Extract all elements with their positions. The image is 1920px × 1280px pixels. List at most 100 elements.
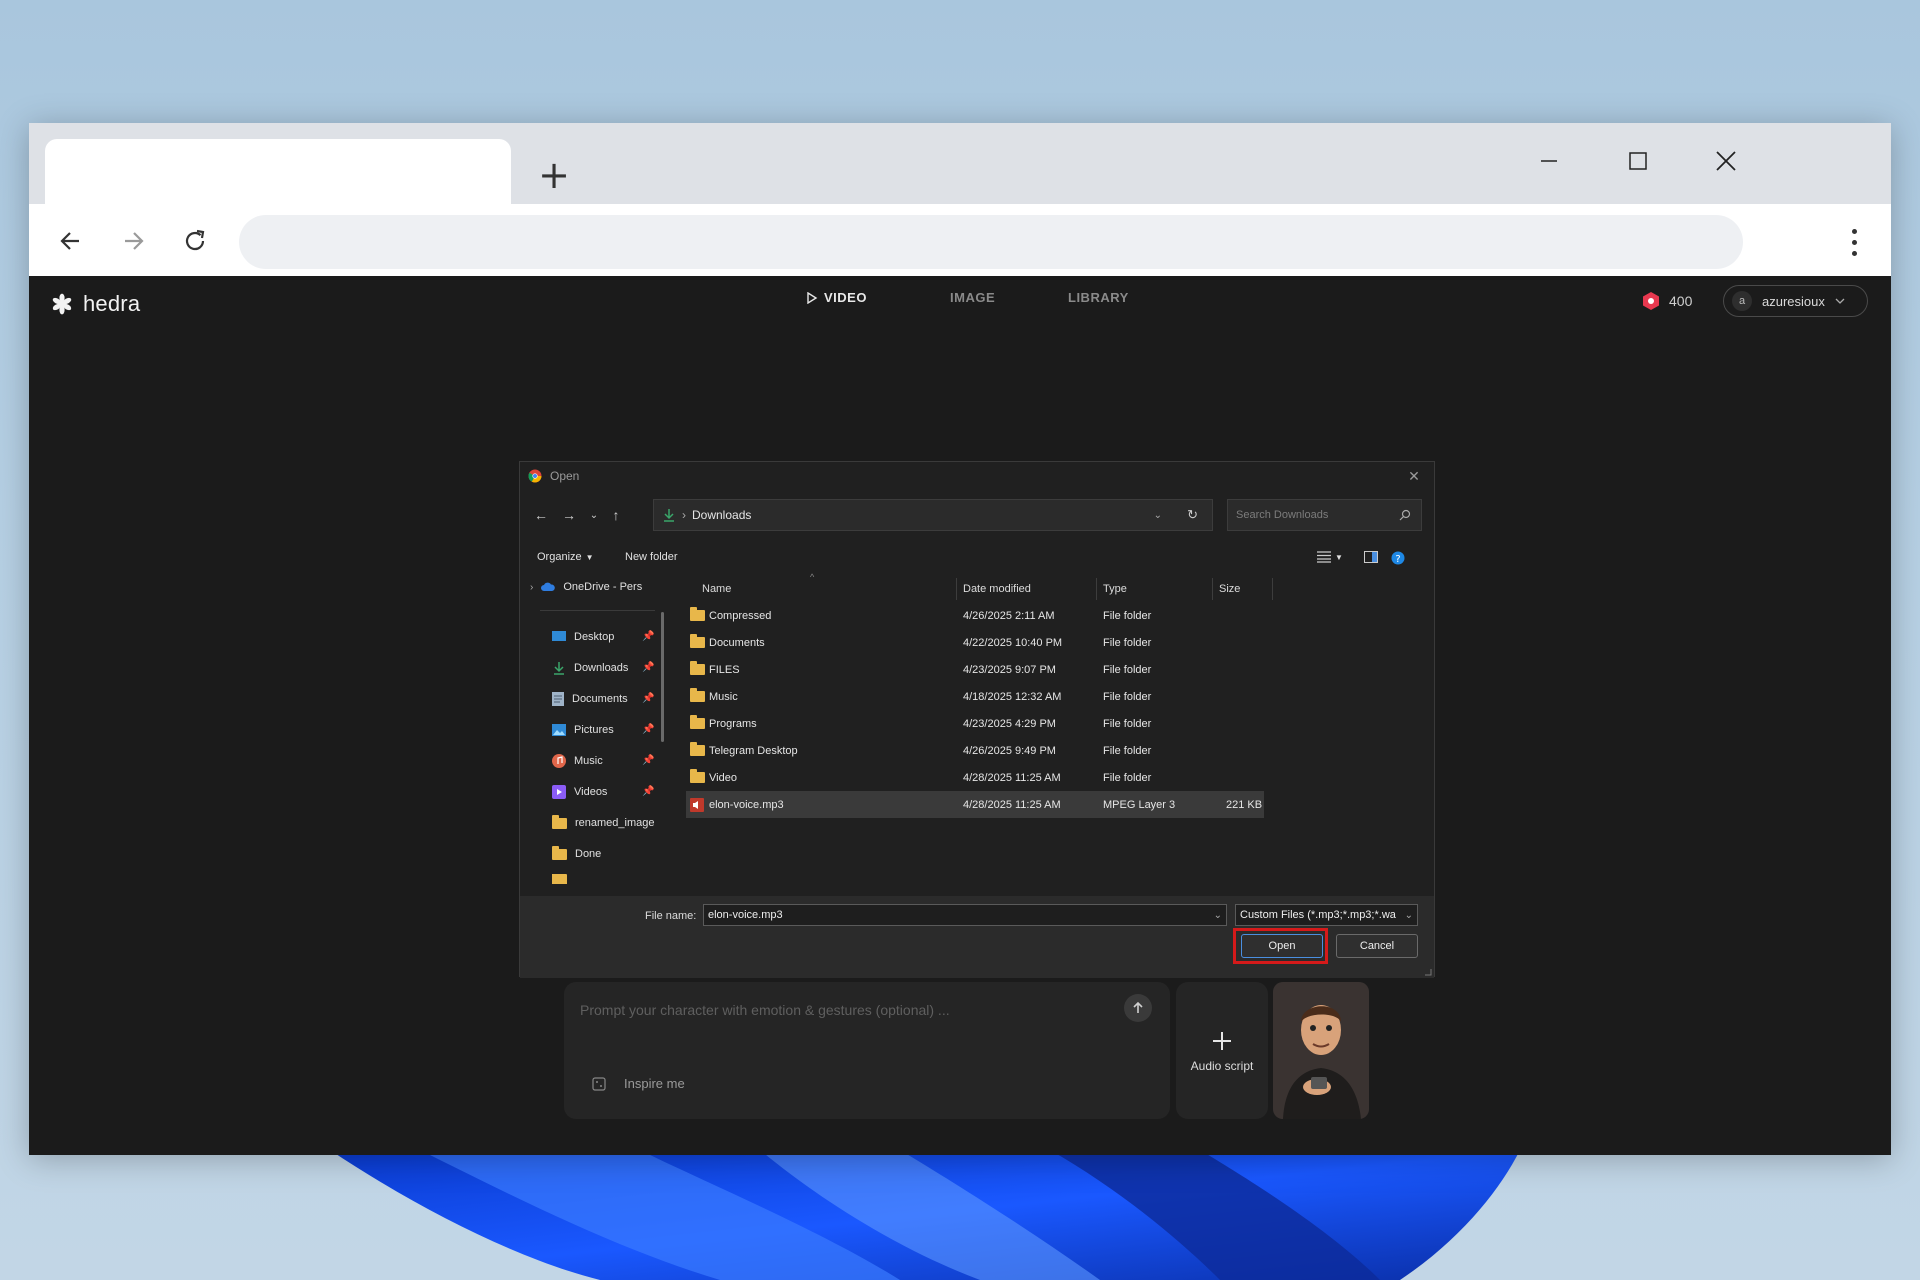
dialog-back-button[interactable]: ← — [530, 504, 552, 526]
preview-pane-icon — [1364, 551, 1378, 563]
forward-button[interactable] — [110, 218, 156, 264]
file-date: 4/23/2025 4:29 PM — [963, 717, 1056, 730]
folder-icon — [690, 769, 705, 783]
prompt-input[interactable]: Prompt your character with emotion & ges… — [580, 1002, 950, 1018]
nav-partial-item[interactable] — [552, 874, 567, 884]
maximize-button[interactable] — [1608, 141, 1668, 181]
inspire-me-button[interactable]: Inspire me — [592, 1076, 685, 1091]
plus-icon — [1213, 1031, 1231, 1050]
user-menu[interactable]: a azuresioux — [1723, 285, 1868, 317]
nav-music[interactable]: Music — [552, 752, 603, 770]
credits-badge[interactable]: 400 — [1641, 286, 1692, 316]
dialog-forward-button[interactable]: → — [558, 504, 580, 526]
column-date-modified[interactable]: Date modified — [963, 578, 1031, 600]
cancel-button[interactable]: Cancel — [1336, 934, 1418, 958]
chevron-down-icon — [1835, 298, 1845, 304]
nav-library[interactable]: LIBRARY — [1068, 290, 1129, 305]
file-name-label: File name: — [645, 910, 697, 922]
file-row[interactable]: Compressed 4/26/2025 2:11 AM File folder — [686, 602, 1264, 629]
help-icon: ? — [1391, 551, 1405, 565]
dialog-close-button[interactable]: ✕ — [1404, 466, 1424, 486]
view-options-button[interactable]: ▼ — [1317, 551, 1343, 563]
file-name-input[interactable]: elon-voice.mp3 ⌄ — [703, 904, 1227, 926]
download-icon — [554, 662, 564, 675]
help-button[interactable]: ? — [1391, 551, 1405, 565]
nav-onedrive[interactable]: › OneDrive - Pers — [530, 578, 642, 596]
pin-icon: 📌 — [642, 755, 655, 766]
resize-grip-icon — [1425, 969, 1432, 976]
character-portrait-icon — [1273, 982, 1369, 1119]
send-button[interactable] — [1124, 994, 1152, 1022]
back-arrow-icon — [60, 232, 79, 250]
file-name: FILES — [709, 663, 740, 676]
chevron-down-icon[interactable]: ⌄ — [1214, 910, 1222, 921]
nav-video[interactable]: VIDEO — [806, 290, 867, 305]
reload-button[interactable] — [172, 218, 218, 264]
nav-pictures[interactable]: Pictures — [552, 721, 614, 739]
nav-image-label: IMAGE — [950, 290, 996, 305]
audio-script-label: Audio script — [1190, 1058, 1254, 1073]
expand-chevron-icon[interactable]: › — [530, 582, 533, 593]
nav-image[interactable]: IMAGE — [950, 290, 995, 305]
nav-renamed-image[interactable]: renamed_image — [552, 814, 655, 832]
new-folder-button[interactable]: New folder — [625, 551, 678, 563]
nav-videos[interactable]: Videos — [552, 783, 607, 801]
prompt-box[interactable]: Prompt your character with emotion & ges… — [564, 982, 1170, 1119]
details-view-icon — [1317, 551, 1331, 563]
file-date: 4/22/2025 10:40 PM — [963, 636, 1063, 649]
column-separator[interactable] — [1212, 578, 1213, 600]
recent-locations-button[interactable]: ⌄ — [583, 504, 605, 526]
file-row[interactable]: Programs 4/23/2025 4:29 PM File folder — [686, 710, 1264, 737]
nav-desktop[interactable]: Desktop — [552, 628, 614, 646]
file-name: Telegram Desktop — [709, 744, 798, 757]
active-tab[interactable] — [45, 139, 511, 204]
file-row[interactable]: Music 4/18/2025 12:32 AM File folder — [686, 683, 1264, 710]
organize-button[interactable]: Organize ▼ — [537, 551, 594, 563]
file-row-selected[interactable]: elon-voice.mp3 4/28/2025 11:25 AM MPEG L… — [686, 791, 1264, 818]
column-type[interactable]: Type — [1103, 578, 1127, 600]
column-separator[interactable] — [1272, 578, 1273, 600]
credits-count: 400 — [1669, 293, 1693, 309]
file-row[interactable]: Video 4/28/2025 11:25 AM File folder — [686, 764, 1264, 791]
dialog-address-bar[interactable]: › Downloads ⌄ ↻ — [653, 499, 1213, 531]
close-window-button[interactable] — [1696, 141, 1756, 181]
up-folder-button[interactable]: ↑ — [605, 504, 627, 526]
nav-done[interactable]: Done — [552, 845, 601, 863]
file-date: 4/26/2025 2:11 AM — [963, 609, 1055, 622]
nav-videos-label: Videos — [574, 786, 608, 798]
file-row[interactable]: FILES 4/23/2025 9:07 PM File folder — [686, 656, 1264, 683]
preview-pane-button[interactable] — [1364, 551, 1378, 563]
minimize-button[interactable] — [1519, 141, 1579, 181]
nav-scrollbar[interactable] — [661, 612, 664, 742]
refresh-icon[interactable]: ↻ — [1187, 507, 1198, 523]
nav-documents[interactable]: Documents — [552, 690, 628, 708]
file-row[interactable]: Telegram Desktop 4/26/2025 9:49 PM File … — [686, 737, 1264, 764]
nav-downloads[interactable]: Downloads — [552, 659, 628, 677]
pin-icon: 📌 — [642, 786, 655, 797]
column-size[interactable]: Size — [1219, 578, 1240, 600]
column-separator[interactable] — [956, 578, 957, 600]
hedra-logo[interactable]: hedra — [51, 286, 140, 322]
video-icon — [552, 785, 566, 799]
folder-icon — [552, 845, 567, 860]
nav-onedrive-label: OneDrive - Pers — [563, 581, 643, 593]
nav-library-label: LIBRARY — [1068, 290, 1129, 305]
audio-script-button[interactable]: Audio script — [1176, 982, 1268, 1119]
inspire-me-label: Inspire me — [624, 1076, 685, 1091]
character-image[interactable] — [1273, 982, 1369, 1119]
column-name[interactable]: Name — [702, 578, 731, 600]
nav-renamed-image-label: renamed_image — [575, 817, 655, 829]
column-separator[interactable] — [1096, 578, 1097, 600]
browser-menu-button[interactable] — [1839, 219, 1869, 265]
new-tab-button[interactable]: + — [532, 153, 576, 197]
nav-documents-label: Documents — [572, 693, 628, 705]
folder-icon — [690, 715, 705, 729]
file-row[interactable]: Documents 4/22/2025 10:40 PM File folder — [686, 629, 1264, 656]
address-dropdown-icon[interactable]: ⌄ — [1154, 510, 1162, 521]
address-bar[interactable] — [239, 215, 1743, 269]
back-button[interactable] — [48, 218, 94, 264]
breadcrumb-downloads[interactable]: Downloads — [692, 508, 751, 522]
chrome-icon — [528, 469, 542, 483]
search-downloads-input[interactable]: Search Downloads — [1227, 499, 1422, 531]
file-type-select[interactable]: Custom Files (*.mp3;*.mp3;*.wa ⌄ — [1235, 904, 1418, 926]
